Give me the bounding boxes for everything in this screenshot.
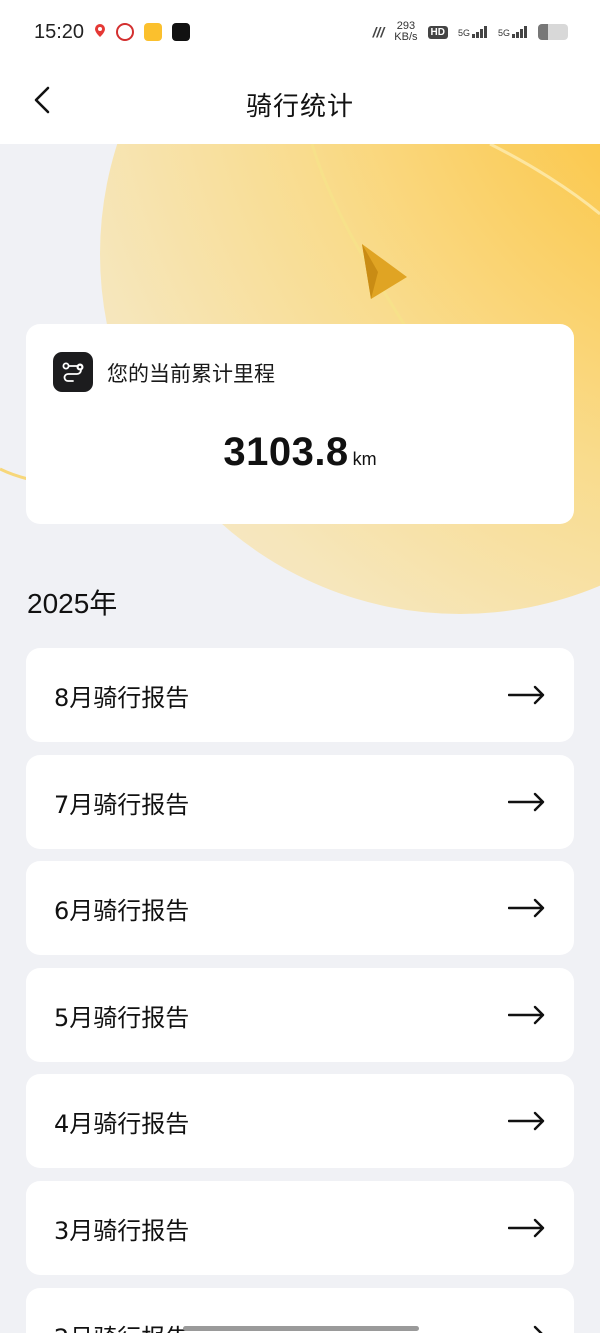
battery-icon [538,24,568,40]
arrow-right-icon [508,792,545,812]
report-label: 7月骑行报告 [54,790,190,819]
mileage-label: 您的当前累计里程 [107,362,275,386]
app-notification-icon [172,23,191,41]
year-heading: 2025年 [27,588,118,619]
signal-strength-icon: 5G [458,26,488,38]
route-icon [53,352,93,392]
report-item-july[interactable]: 7月骑行报告 [26,755,574,849]
status-left: 15:20 [34,20,191,44]
arrow-right-icon [508,898,545,918]
status-bar: 15:20 /// 293 KB/s HD 5G 5G [0,0,600,64]
hd-badge: HD [427,25,448,39]
report-label: 4月骑行报告 [54,1109,190,1138]
arrow-right-icon [533,1325,543,1333]
back-button[interactable] [22,80,62,120]
report-item-march[interactable]: 3月骑行报告 [26,1181,574,1275]
navigation-arrow-icon [362,244,407,299]
page-title: 骑行统计 [245,91,354,122]
app-notification-icon [116,23,135,41]
report-item-august[interactable]: 8月骑行报告 [26,648,574,742]
network-speed: 293 KB/s [394,20,418,43]
mileage-unit: km [352,449,377,469]
status-time: 15:20 [34,20,85,43]
report-item-april[interactable]: 4月骑行报告 [26,1074,574,1168]
arrow-right-icon [508,1218,545,1238]
title-bar: 骑行统计 [0,64,600,144]
status-right: /// 293 KB/s HD 5G 5G [373,21,568,43]
mileage-value-row: 3103.8 km [26,430,574,475]
chevron-left-icon [34,86,50,114]
report-label: 2月骑行报告 [54,1318,189,1333]
signal-strength-icon: 5G [498,26,528,38]
report-item-june[interactable]: 6月骑行报告 [26,861,574,955]
report-label: 6月骑行报告 [54,896,190,925]
data-activity-icon: /// [372,24,385,40]
location-pin-icon [94,24,106,40]
report-item-may[interactable]: 5月骑行报告 [26,968,574,1062]
mileage-card: 您的当前累计里程 3103.8 km [26,324,574,524]
home-indicator[interactable] [183,1326,419,1331]
arrow-right-icon [508,685,545,705]
report-label: 3月骑行报告 [54,1216,190,1245]
app-notification-icon [144,23,163,41]
arrow-right-icon [508,1111,545,1131]
report-label: 8月骑行报告 [54,683,190,712]
arrow-right-icon [508,1005,545,1025]
report-label: 5月骑行报告 [54,1003,190,1032]
mileage-value: 3103.8 [223,430,349,474]
